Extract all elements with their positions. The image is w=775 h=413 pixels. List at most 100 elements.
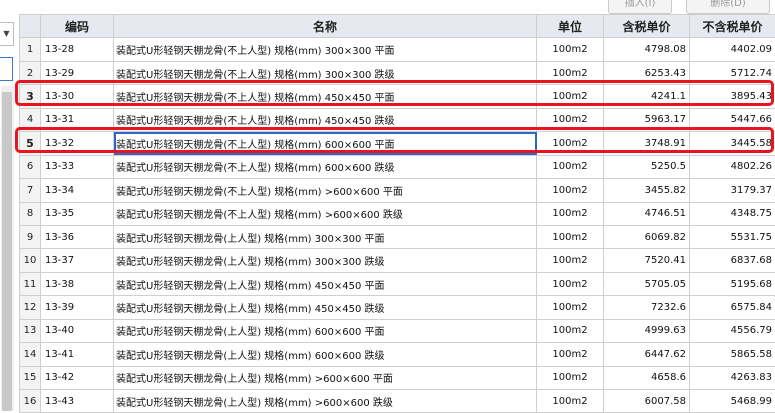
cell-code[interactable]: 13-34: [41, 179, 114, 202]
table-row[interactable]: 313-30装配式U形轻钢天棚龙骨(不上人型) 规格(mm) 450×450 平…: [20, 85, 775, 108]
cell-price-tax[interactable]: 4999.63: [604, 319, 690, 342]
cell-unit[interactable]: 100m2: [537, 296, 604, 319]
row-index[interactable]: 12: [20, 296, 41, 319]
table-row[interactable]: 1213-39装配式U形轻钢天棚龙骨(上人型) 规格(mm) 450×450 跌…: [20, 296, 775, 319]
cell-price-notax[interactable]: 4402.09: [690, 38, 775, 61]
row-index[interactable]: 3: [20, 85, 41, 108]
cell-unit[interactable]: 100m2: [537, 272, 604, 295]
cell-unit[interactable]: 100m2: [537, 249, 604, 272]
table-row[interactable]: 1413-41装配式U形轻钢天棚龙骨(上人型) 规格(mm) 600×600 跌…: [20, 343, 775, 366]
table-row[interactable]: 1513-42装配式U形轻钢天棚龙骨(上人型) 规格(mm) >600×600 …: [20, 366, 775, 389]
table-row[interactable]: 413-31装配式U形轻钢天棚龙骨(不上人型) 规格(mm) 450×450 跌…: [20, 108, 775, 131]
cell-price-notax[interactable]: 3895.43: [690, 85, 775, 108]
left-input-field[interactable]: [0, 57, 13, 81]
cell-price-tax[interactable]: 7520.41: [604, 249, 690, 272]
header-name[interactable]: 名称: [114, 15, 537, 38]
cell-unit[interactable]: 100m2: [537, 390, 604, 413]
header-unit[interactable]: 单位: [537, 15, 604, 38]
cell-code[interactable]: 13-40: [41, 319, 114, 342]
row-index[interactable]: 6: [20, 155, 41, 178]
cell-unit[interactable]: 100m2: [537, 202, 604, 225]
cell-price-tax[interactable]: 5963.17: [604, 108, 690, 131]
row-index[interactable]: 11: [20, 272, 41, 295]
table-row[interactable]: 1013-37装配式U形轻钢天棚龙骨(上人型) 规格(mm) 300×300 跌…: [20, 249, 775, 272]
cell-price-tax[interactable]: 6007.58: [604, 390, 690, 413]
cell-unit[interactable]: 100m2: [537, 319, 604, 342]
cell-price-tax[interactable]: 4746.51: [604, 202, 690, 225]
cell-price-tax[interactable]: 6253.43: [604, 61, 690, 84]
cell-name[interactable]: 装配式U形轻钢天棚龙骨(不上人型) 规格(mm) 600×600 跌级: [114, 155, 537, 178]
cell-price-notax[interactable]: 5195.68: [690, 272, 775, 295]
cell-price-notax[interactable]: 6837.68: [690, 249, 775, 272]
cell-name[interactable]: 装配式U形轻钢天棚龙骨(不上人型) 规格(mm) 300×300 平面: [114, 38, 537, 61]
cell-name[interactable]: 装配式U形轻钢天棚龙骨(不上人型) 规格(mm) >600×600 跌级: [114, 202, 537, 225]
cell-price-notax[interactable]: 5468.99: [690, 390, 775, 413]
table-row[interactable]: 1113-38装配式U形轻钢天棚龙骨(上人型) 规格(mm) 450×450 平…: [20, 272, 775, 295]
header-code[interactable]: 编码: [41, 15, 114, 38]
cell-price-notax[interactable]: 3179.37: [690, 179, 775, 202]
row-index[interactable]: 8: [20, 202, 41, 225]
cell-unit[interactable]: 100m2: [537, 343, 604, 366]
cell-code[interactable]: 13-32: [41, 132, 114, 155]
cell-unit[interactable]: 100m2: [537, 155, 604, 178]
cell-price-tax[interactable]: 3748.91: [604, 132, 690, 155]
cell-unit[interactable]: 100m2: [537, 179, 604, 202]
cell-price-notax[interactable]: 5712.74: [690, 61, 775, 84]
cell-code[interactable]: 13-38: [41, 272, 114, 295]
cell-name[interactable]: 装配式U形轻钢天棚龙骨(上人型) 规格(mm) 600×600 平面: [114, 319, 537, 342]
cell-code[interactable]: 13-35: [41, 202, 114, 225]
cell-code[interactable]: 13-41: [41, 343, 114, 366]
cell-name[interactable]: 装配式U形轻钢天棚龙骨(不上人型) 规格(mm) 450×450 跌级: [114, 108, 537, 131]
cell-price-notax[interactable]: 5531.75: [690, 225, 775, 248]
cell-name[interactable]: 装配式U形轻钢天棚龙骨(不上人型) 规格(mm) 450×450 平面: [114, 85, 537, 108]
cell-code[interactable]: 13-36: [41, 225, 114, 248]
cell-price-tax[interactable]: 6069.82: [604, 225, 690, 248]
cell-code[interactable]: 13-37: [41, 249, 114, 272]
table-row[interactable]: 1313-40装配式U形轻钢天棚龙骨(上人型) 规格(mm) 600×600 平…: [20, 319, 775, 342]
cell-name[interactable]: 装配式U形轻钢天棚龙骨(不上人型) 规格(mm) 300×300 跌级: [114, 61, 537, 84]
table-row[interactable]: 513-32装配式U形轻钢天棚龙骨(不上人型) 规格(mm) 600×600 平…: [20, 132, 775, 155]
cell-name[interactable]: 装配式U形轻钢天棚龙骨(上人型) 规格(mm) 450×450 平面: [114, 272, 537, 295]
table-row[interactable]: 113-28装配式U形轻钢天棚龙骨(不上人型) 规格(mm) 300×300 平…: [20, 38, 775, 61]
table-row[interactable]: 813-35装配式U形轻钢天棚龙骨(不上人型) 规格(mm) >600×600 …: [20, 202, 775, 225]
row-index[interactable]: 14: [20, 343, 41, 366]
cell-price-notax[interactable]: 4802.26: [690, 155, 775, 178]
cell-price-notax[interactable]: 5447.66: [690, 108, 775, 131]
cell-unit[interactable]: 100m2: [537, 38, 604, 61]
header-price-notax[interactable]: 不含税单价: [690, 15, 775, 38]
cell-name[interactable]: 装配式U形轻钢天棚龙骨(上人型) 规格(mm) 600×600 跌级: [114, 343, 537, 366]
cell-price-notax[interactable]: 5865.58: [690, 343, 775, 366]
cell-code[interactable]: 13-43: [41, 390, 114, 413]
cell-code[interactable]: 13-42: [41, 366, 114, 389]
row-index[interactable]: 16: [20, 390, 41, 413]
insert-button[interactable]: 插入(I): [608, 0, 672, 14]
cell-price-notax[interactable]: 4348.75: [690, 202, 775, 225]
table-row[interactable]: 213-29装配式U形轻钢天棚龙骨(不上人型) 规格(mm) 300×300 跌…: [20, 61, 775, 84]
cell-price-notax[interactable]: 4556.79: [690, 319, 775, 342]
cell-code[interactable]: 13-39: [41, 296, 114, 319]
row-index[interactable]: 5: [20, 132, 41, 155]
cell-price-tax[interactable]: 7232.6: [604, 296, 690, 319]
cell-code[interactable]: 13-29: [41, 61, 114, 84]
cell-name[interactable]: 装配式U形轻钢天棚龙骨(不上人型) 规格(mm) >600×600 平面: [114, 179, 537, 202]
cell-code[interactable]: 13-31: [41, 108, 114, 131]
row-index[interactable]: 4: [20, 108, 41, 131]
row-index[interactable]: 7: [20, 179, 41, 202]
cell-price-tax[interactable]: 4658.6: [604, 366, 690, 389]
cell-unit[interactable]: 100m2: [537, 85, 604, 108]
cell-unit[interactable]: 100m2: [537, 132, 604, 155]
row-index[interactable]: 1: [20, 38, 41, 61]
cell-price-notax[interactable]: 6575.84: [690, 296, 775, 319]
cell-name[interactable]: 装配式U形轻钢天棚龙骨(上人型) 规格(mm) 450×450 跌级: [114, 296, 537, 319]
cell-price-tax[interactable]: 6447.62: [604, 343, 690, 366]
table-row[interactable]: 613-33装配式U形轻钢天棚龙骨(不上人型) 规格(mm) 600×600 跌…: [20, 155, 775, 178]
cell-price-tax[interactable]: 3455.82: [604, 179, 690, 202]
left-dropdown[interactable]: ▼: [0, 22, 14, 46]
table-row[interactable]: 913-36装配式U形轻钢天棚龙骨(上人型) 规格(mm) 300×300 平面…: [20, 225, 775, 248]
row-index[interactable]: 2: [20, 61, 41, 84]
cell-price-tax[interactable]: 4798.08: [604, 38, 690, 61]
cell-name[interactable]: 装配式U形轻钢天棚龙骨(上人型) 规格(mm) >600×600 跌级: [114, 390, 537, 413]
delete-button[interactable]: 删除(D): [686, 0, 770, 14]
cell-code[interactable]: 13-28: [41, 38, 114, 61]
cell-unit[interactable]: 100m2: [537, 366, 604, 389]
